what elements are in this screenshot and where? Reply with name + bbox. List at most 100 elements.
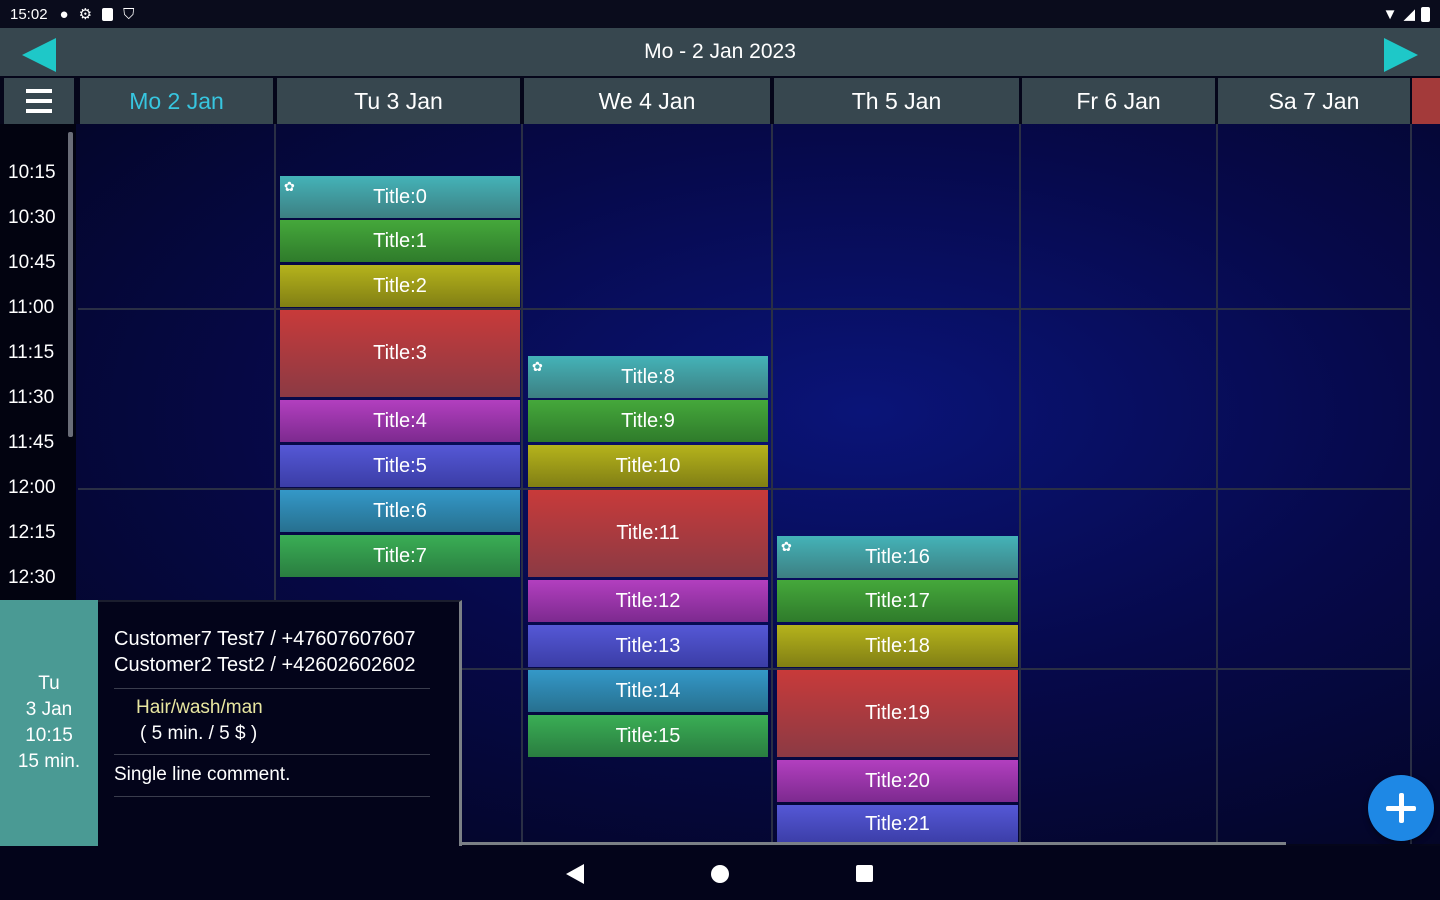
time-label: 11:00 xyxy=(8,297,55,318)
prev-arrow-icon[interactable] xyxy=(22,38,56,72)
event-block[interactable]: Title:11 xyxy=(528,490,768,577)
event-title: Title:18 xyxy=(865,634,930,657)
shield-icon: ⛉ xyxy=(123,5,135,23)
event-block[interactable]: Title:4 xyxy=(280,400,520,442)
event-title: Title:0 xyxy=(373,185,427,208)
time-label: 10:45 xyxy=(8,252,56,273)
detail-day: Tu xyxy=(38,673,60,694)
detail-time: 10:15 xyxy=(25,725,73,746)
event-block[interactable]: ✿ Title:16 xyxy=(777,536,1018,578)
event-title: Title:7 xyxy=(373,544,427,567)
event-title: Title:20 xyxy=(865,769,930,792)
event-title: Title:19 xyxy=(865,702,930,724)
event-block[interactable]: Title:21 xyxy=(777,805,1018,844)
day-header-row: Mo 2 Jan Tu 3 Jan We 4 Jan Th 5 Jan Fr 6… xyxy=(0,78,1440,124)
home-icon[interactable] xyxy=(711,865,729,883)
time-label: 12:15 xyxy=(8,522,56,543)
sdcard-icon xyxy=(102,7,114,21)
plus-icon-vertical xyxy=(1398,793,1404,823)
status-bar: 15:02 ● ⚙ ⛉ ▼ ◢ xyxy=(0,0,1440,28)
column-divider xyxy=(521,124,523,844)
detail-duration: 15 min. xyxy=(17,751,81,772)
flower-icon: ✿ xyxy=(532,359,543,374)
event-title: Title:21 xyxy=(865,813,930,835)
signal-icon: ◢ xyxy=(1403,6,1415,23)
event-block[interactable]: Title:18 xyxy=(777,625,1018,667)
status-right: ▼ ◢ xyxy=(1383,5,1430,23)
event-title: Title:12 xyxy=(615,589,681,612)
event-block[interactable]: Title:13 xyxy=(528,625,768,667)
event-block[interactable]: ✿ Title:0 xyxy=(280,176,520,218)
separator xyxy=(114,796,430,797)
event-block[interactable]: Title:9 xyxy=(528,400,768,442)
day-header-fr[interactable]: Fr 6 Jan xyxy=(1022,78,1215,124)
event-block[interactable]: ✿ Title:8 xyxy=(528,356,768,398)
column-divider xyxy=(1410,124,1412,844)
day-header-tu[interactable]: Tu 3 Jan xyxy=(277,78,520,124)
appointment-comment: Single line comment. xyxy=(114,764,291,785)
event-title: Title:1 xyxy=(373,229,427,252)
day-header-sa[interactable]: Sa 7 Jan xyxy=(1218,78,1410,124)
separator xyxy=(114,688,430,689)
event-block[interactable]: Title:12 xyxy=(528,580,768,622)
column-divider xyxy=(1216,124,1218,844)
event-title: Title:16 xyxy=(865,545,930,568)
event-title: Title:17 xyxy=(865,589,930,612)
event-title: Title:6 xyxy=(373,499,427,522)
column-divider xyxy=(1019,124,1021,844)
day-header-we[interactable]: We 4 Jan xyxy=(524,78,770,124)
time-label: 10:30 xyxy=(8,207,56,228)
menu-button[interactable] xyxy=(4,78,74,124)
appointment-detail-popup[interactable]: Customer7 Test7 / +47607607607 Customer2… xyxy=(98,600,462,846)
recents-icon[interactable] xyxy=(856,865,873,882)
status-time: 15:02 xyxy=(10,5,48,23)
event-block[interactable]: Title:19 xyxy=(777,670,1018,757)
scroll-indicator[interactable] xyxy=(68,132,73,437)
event-block[interactable]: Title:20 xyxy=(777,760,1018,802)
flower-icon: ✿ xyxy=(781,539,792,554)
hamburger-icon xyxy=(26,89,52,113)
event-block[interactable]: Title:1 xyxy=(280,220,520,262)
next-arrow-icon[interactable] xyxy=(1384,38,1418,72)
event-block[interactable]: Title:5 xyxy=(280,445,520,487)
next-day-strip xyxy=(1412,78,1440,124)
event-block[interactable]: Title:15 xyxy=(528,715,768,757)
back-icon[interactable] xyxy=(566,864,584,884)
time-label: 12:00 xyxy=(8,477,56,498)
event-title: Title:4 xyxy=(373,409,427,432)
detail-date: 3 Jan xyxy=(25,699,73,720)
event-title: Title:15 xyxy=(615,724,681,747)
event-title: Title:5 xyxy=(373,454,427,477)
event-block[interactable]: Title:14 xyxy=(528,670,768,712)
event-block[interactable]: Title:6 xyxy=(280,490,520,532)
event-title: Title:14 xyxy=(615,679,681,702)
event-block[interactable]: Title:10 xyxy=(528,445,768,487)
customer-line[interactable]: Customer7 Test7 / +47607607607 xyxy=(114,628,416,651)
popup-bottom-border xyxy=(462,842,1286,845)
detail-date-panel[interactable]: Tu 3 Jan 10:15 15 min. xyxy=(0,600,98,846)
time-label: 12:30 xyxy=(8,567,56,588)
event-title: Title:11 xyxy=(616,522,680,544)
event-block[interactable]: Title:2 xyxy=(280,265,520,307)
separator xyxy=(114,754,430,755)
current-date-title[interactable]: Mo - 2 Jan 2023 xyxy=(644,40,796,64)
customer-line[interactable]: Customer2 Test2 / +42602602602 xyxy=(114,654,416,677)
event-block[interactable]: Title:3 xyxy=(280,310,520,397)
column-divider xyxy=(771,124,773,844)
event-title: Title:3 xyxy=(373,342,427,364)
date-nav-bar: Mo - 2 Jan 2023 xyxy=(0,28,1440,76)
day-header-th[interactable]: Th 5 Jan xyxy=(774,78,1019,124)
event-title: Title:8 xyxy=(621,365,675,388)
time-label: 11:45 xyxy=(8,432,55,453)
time-label: 10:15 xyxy=(8,162,56,183)
event-block[interactable]: Title:7 xyxy=(280,535,520,577)
flower-icon: ✿ xyxy=(284,179,295,194)
status-icons: ● ⚙ ⛉ xyxy=(60,5,135,24)
event-title: Title:2 xyxy=(373,274,427,297)
time-label: 11:15 xyxy=(8,342,55,363)
time-label: 11:30 xyxy=(8,387,55,408)
event-block[interactable]: Title:17 xyxy=(777,580,1018,622)
event-title: Title:10 xyxy=(615,454,681,477)
day-header-mo[interactable]: Mo 2 Jan xyxy=(80,78,273,124)
add-appointment-button[interactable] xyxy=(1368,775,1434,841)
